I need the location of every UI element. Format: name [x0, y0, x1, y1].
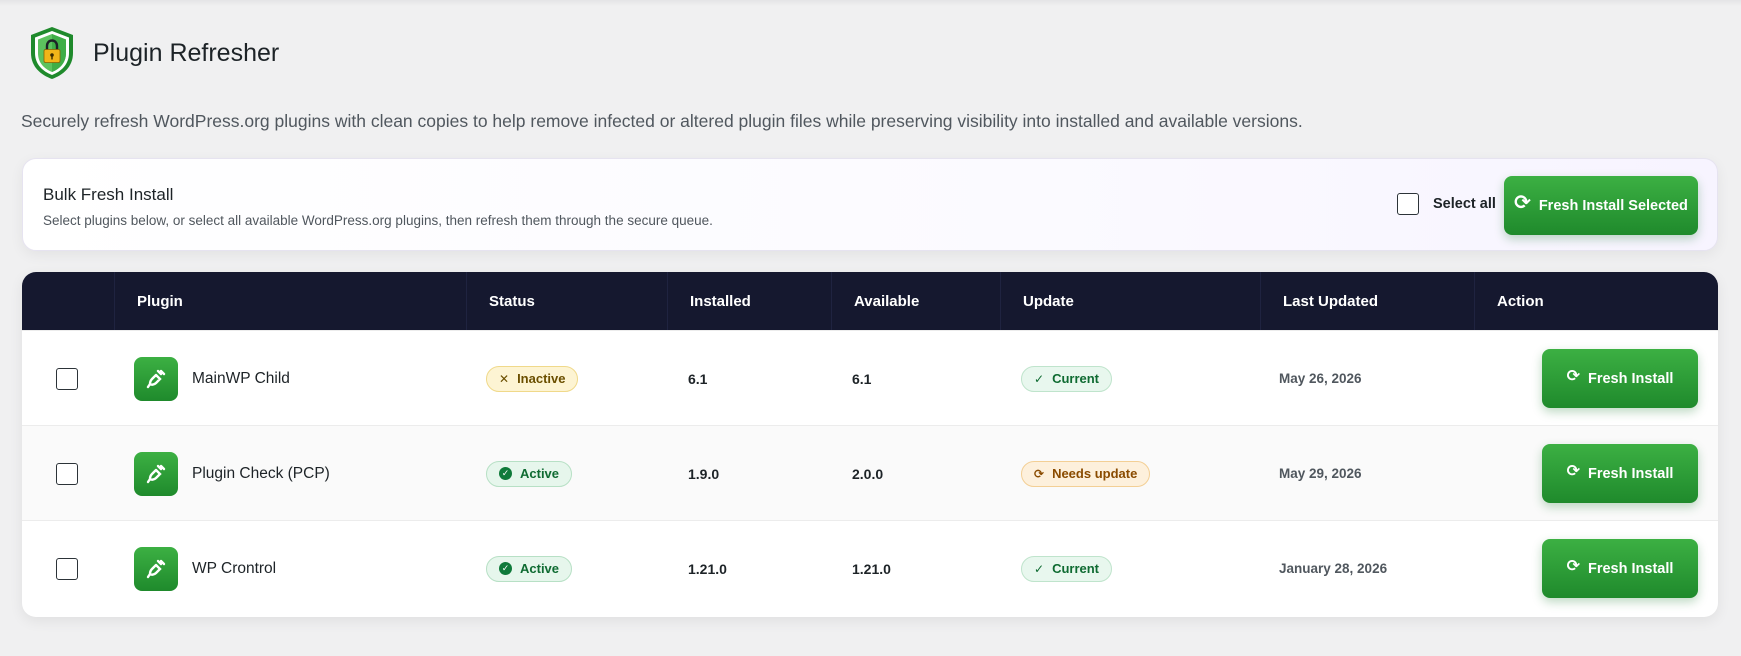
- fresh-install-button[interactable]: ⟳ Fresh Install: [1542, 539, 1698, 598]
- bulk-fresh-install-panel: Bulk Fresh Install Select plugins below,…: [22, 158, 1718, 251]
- last-updated-date: May 26, 2026: [1279, 371, 1362, 386]
- status-label: Active: [520, 561, 560, 576]
- x-icon: ✕: [499, 371, 510, 386]
- select-all-control[interactable]: Select all: [1397, 193, 1496, 215]
- column-header-action: Action: [1497, 292, 1544, 310]
- page-header: Plugin Refresher: [27, 25, 279, 81]
- select-all-checkbox[interactable]: [1397, 193, 1419, 215]
- bulk-title: Bulk Fresh Install: [43, 185, 174, 204]
- table-header: Plugin Status Installed Available Update…: [22, 272, 1718, 330]
- available-version: 1.21.0: [852, 560, 891, 577]
- update-label: Current: [1052, 371, 1100, 386]
- column-header-installed: Installed: [668, 272, 832, 330]
- installed-version: 1.9.0: [688, 465, 720, 482]
- update-label: Current: [1052, 561, 1100, 576]
- check-icon: ✓: [1034, 371, 1045, 386]
- available-version: 6.1: [852, 370, 872, 387]
- plug-icon: [134, 356, 178, 401]
- update-badge: ✓ Current: [1021, 365, 1113, 392]
- status-badge: ✓ Active: [486, 555, 573, 582]
- status-label: Inactive: [517, 371, 566, 386]
- shield-lock-icon: [31, 27, 73, 79]
- refresh-icon: ⟳: [1514, 192, 1531, 214]
- row-checkbox[interactable]: [56, 367, 78, 390]
- status-badge: ✕ Inactive: [486, 365, 579, 392]
- update-label: Needs update: [1052, 466, 1138, 481]
- column-header-select: [22, 272, 115, 330]
- column-header-last-updated: Last Updated: [1261, 272, 1475, 330]
- update-badge: ⟳ Needs update: [1021, 460, 1151, 487]
- plugin-name: Plugin Check (PCP): [192, 464, 330, 482]
- available-version: 2.0.0: [852, 465, 884, 482]
- bulk-subtitle: Select plugins below, or select all avai…: [43, 213, 713, 228]
- refresh-icon: ⟳: [1566, 462, 1580, 480]
- fresh-install-label: Fresh Install: [1587, 370, 1674, 387]
- column-header-status: Status: [467, 272, 668, 330]
- last-updated-date: January 28, 2026: [1279, 561, 1388, 576]
- row-checkbox[interactable]: [56, 462, 78, 485]
- check-circle-icon: ✓: [499, 562, 512, 575]
- plug-icon: [134, 546, 178, 591]
- fresh-install-selected-label: Fresh Install Selected: [1538, 197, 1688, 214]
- column-header-available: Available: [832, 272, 1001, 330]
- page-title: Plugin Refresher: [93, 38, 280, 67]
- refresh-icon: ⟳: [1034, 466, 1045, 481]
- installed-version: 1.21.0: [688, 560, 727, 577]
- status-label: Active: [520, 466, 560, 481]
- update-badge: ✓ Current: [1021, 555, 1113, 582]
- plugin-name: WP Crontrol: [192, 559, 277, 577]
- select-all-label[interactable]: Select all: [1433, 196, 1496, 212]
- fresh-install-label: Fresh Install: [1587, 465, 1674, 482]
- table-row: WP Crontrol ✓ Active 1.21.0 1.21.0 ✓ Cur…: [22, 520, 1718, 615]
- column-header-update: Update: [1001, 272, 1261, 330]
- plugin-name: MainWP Child: [192, 369, 290, 387]
- fresh-install-selected-button[interactable]: ⟳ Fresh Install Selected: [1504, 176, 1698, 235]
- table-row: Plugin Check (PCP) ✓ Active 1.9.0 2.0.0 …: [22, 425, 1718, 520]
- status-badge: ✓ Active: [486, 460, 573, 487]
- fresh-install-label: Fresh Install: [1587, 560, 1674, 577]
- check-icon: ✓: [1034, 561, 1045, 576]
- column-header-plugin: Plugin: [115, 272, 467, 330]
- page-description: Securely refresh WordPress.org plugins w…: [21, 111, 1303, 131]
- check-circle-icon: ✓: [499, 467, 512, 480]
- row-checkbox[interactable]: [56, 557, 78, 580]
- refresh-icon: ⟳: [1566, 557, 1580, 575]
- last-updated-date: May 29, 2026: [1279, 466, 1362, 481]
- table-row: MainWP Child ✕ Inactive 6.1 6.1 ✓ Curren…: [22, 330, 1718, 425]
- plugins-table: Plugin Status Installed Available Update…: [22, 272, 1718, 617]
- plug-icon: [134, 451, 178, 496]
- fresh-install-button[interactable]: ⟳ Fresh Install: [1542, 349, 1698, 408]
- fresh-install-button[interactable]: ⟳ Fresh Install: [1542, 444, 1698, 503]
- top-shadow: [0, 0, 1741, 6]
- installed-version: 6.1: [688, 370, 708, 387]
- refresh-icon: ⟳: [1566, 367, 1580, 385]
